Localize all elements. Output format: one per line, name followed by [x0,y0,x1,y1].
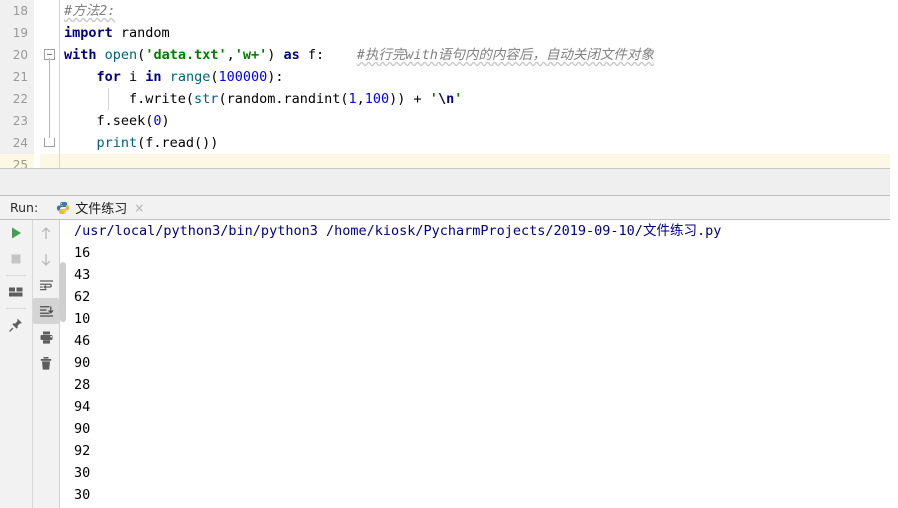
console-command-line: /usr/local/python3/bin/python3 /home/kio… [74,223,722,239]
gutter-separator [59,66,60,88]
fold-guide-line [49,110,50,132]
fold-guide-line [49,88,50,110]
console-output-line: 30 [74,487,91,503]
code-line-23[interactable]: 23 f.seek(0) [0,110,898,132]
scroll-to-end-button[interactable] [33,298,59,324]
run-console-output[interactable]: /usr/local/python3/bin/python3 /home/kio… [60,220,898,508]
code-text-24: print(f.read()) [96,135,219,151]
line-number-19: 19 [0,22,34,44]
stop-button[interactable] [0,246,32,272]
fold-guide-line [49,58,50,66]
run-toolbar-right [33,220,60,508]
python-icon [56,201,70,215]
console-output-line: 28 [74,377,91,393]
gutter-separator [59,132,60,154]
console-output-line: 46 [74,333,91,349]
console-output-line: 90 [74,421,91,437]
code-line-18[interactable]: 18 #方法2: [0,0,898,22]
line-number-18: 18 [0,0,34,22]
code-line-25[interactable]: 25 [0,154,898,168]
code-line-22[interactable]: 22 f.write(str(random.randint(1,100)) + … [0,88,898,110]
pycharm-window: 18 #方法2: 19 import random 20 with open('data.… [0,0,898,508]
pin-tab-button[interactable] [0,312,32,338]
close-icon[interactable]: × [134,202,144,214]
console-output-lines: 16 43 62 10 46 90 28 94 90 92 30 30 [60,242,898,506]
line-number-22: 22 [0,88,34,110]
console-output-line: 90 [74,355,91,371]
console-output-line: 43 [74,267,91,283]
down-the-stack-trace-button[interactable] [33,246,59,272]
fold-column[interactable] [40,132,60,154]
toolbar-separator [6,275,26,276]
run-tab-文件练习[interactable]: 文件练习 × [56,196,144,219]
up-the-stack-trace-button[interactable] [33,220,59,246]
soft-wrap-icon [39,280,53,291]
console-output-line: 92 [74,443,91,459]
code-line-20[interactable]: 20 with open('data.txt','w+') as f: #执行完w… [0,44,898,66]
code-line-19[interactable]: 19 import random [0,22,898,44]
run-tab-label: 文件练习 [75,202,128,217]
console-output-line: 16 [74,245,91,261]
gutter-separator [59,0,60,22]
arrow-down-icon [41,253,51,266]
code-text-19: import random [64,25,170,41]
fold-guide-line [49,66,50,88]
console-output-line: 94 [74,399,91,415]
editor-bottom-gap [0,168,898,195]
line-number-24: 24 [0,132,34,154]
gutter-separator [59,110,60,132]
run-button[interactable] [0,220,32,246]
toolbar-separator [6,308,26,309]
fold-column[interactable] [40,0,60,22]
trash-icon [40,356,52,370]
indent-guide [108,88,109,110]
code-editor[interactable]: 18 #方法2: 19 import random 20 with open('data.… [0,0,898,168]
arrow-up-icon [41,226,51,239]
soft-wrap-button[interactable] [33,272,59,298]
fold-column[interactable] [40,110,60,132]
code-text-21: for i in range(100000): [96,69,284,85]
code-text-23: f.seek(0) [64,113,170,129]
pin-icon [9,318,22,332]
fold-column[interactable] [40,66,60,88]
layout-icon [9,287,23,297]
stop-icon [11,254,21,264]
line-number-21: 21 [0,66,34,88]
gutter-separator [59,154,60,168]
console-scrollbar[interactable] [60,262,66,322]
code-text-20: with open('data.txt','w+') as f: #执行完wit… [64,47,654,63]
right-edge-strip [890,0,898,508]
fold-column[interactable] [40,44,60,66]
clear-all-button[interactable] [33,350,59,376]
fold-column[interactable] [40,154,60,168]
code-line-24[interactable]: 24 print(f.read()) [0,132,898,154]
run-toolbar-left [0,220,33,508]
code-line-21[interactable]: 21 for i in range(100000): [0,66,898,88]
code-text-18: #方法2: [64,3,116,19]
run-tool-window-header: Run: 文件练习 × [0,195,898,220]
fold-column[interactable] [40,88,60,110]
scroll-to-end-icon [39,306,53,317]
line-number-23: 23 [0,110,34,132]
console-output-line: 30 [74,465,91,481]
layout-button[interactable] [0,279,32,305]
play-icon [12,227,21,239]
run-window-label: Run: [10,200,39,215]
print-button[interactable] [33,324,59,350]
printer-icon [40,331,52,344]
gutter-separator [59,22,60,44]
fold-end-icon[interactable] [44,138,55,147]
console-output-line: 10 [74,311,91,327]
fold-column[interactable] [40,22,60,44]
gutter-separator [59,88,60,110]
line-number-20: 20 [0,44,34,66]
console-output-line: 62 [74,289,91,305]
gutter-separator [59,44,60,66]
line-number-25: 25 [0,154,34,168]
code-text-22: f.write(str(random.randint(1,100)) + '\n… [64,91,463,107]
current-line-highlight [60,154,898,168]
